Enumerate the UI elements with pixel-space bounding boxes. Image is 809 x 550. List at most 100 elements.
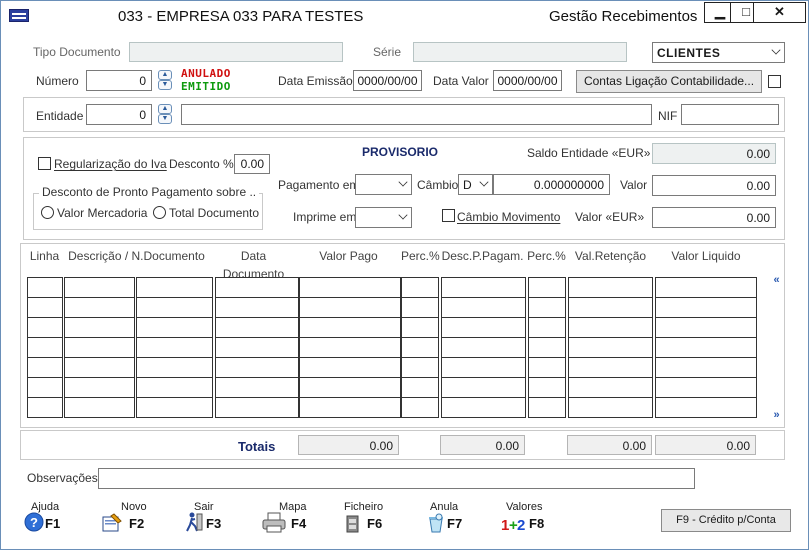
grid-cell[interactable] [441,357,526,378]
chevron-down-icon[interactable]: ▼ [158,80,172,90]
ficheiro-button[interactable]: Ficheiro F6 [344,501,404,545]
grid-cell[interactable] [299,357,401,378]
grid-cell[interactable] [64,377,135,398]
grid-cell[interactable] [215,337,299,358]
grid-cell[interactable] [441,317,526,338]
grid-cell[interactable] [27,357,63,378]
chevron-up-icon[interactable]: ▲ [158,70,172,80]
grid-cell[interactable] [401,277,439,298]
grid-cell[interactable] [215,297,299,318]
col-val-retencao[interactable]: Val.Retenção [567,247,655,265]
valor-field[interactable]: 0.00 [652,175,776,196]
grid-cell[interactable] [27,397,63,418]
grid-cell[interactable] [401,317,439,338]
tipo-documento-field[interactable] [129,42,343,62]
anula-button[interactable]: Anula F7 [426,501,486,545]
scroll-up-button[interactable]: « [769,274,784,289]
grid-cell[interactable] [215,277,299,298]
nif-field[interactable] [681,104,779,125]
grid-cell[interactable] [64,317,135,338]
data-emissao-field[interactable]: 0000/00/00 [353,70,422,91]
contas-ligacao-button[interactable]: Contas Ligação Contabilidade... [576,70,762,93]
entidade-nome-field[interactable] [181,104,652,125]
grid-cell[interactable] [568,297,653,318]
col-desc-p-pagam[interactable]: Desc.P.Pagam. [439,247,527,265]
col-data-documento[interactable]: Data Documento [211,247,297,281]
app-icon[interactable] [9,9,29,22]
observacoes-field[interactable] [98,468,695,489]
grid-cell[interactable] [568,357,653,378]
desconto-field[interactable]: 0.00 [234,154,270,174]
grid-cell[interactable] [136,397,213,418]
grid-cell[interactable] [441,397,526,418]
grid-cell[interactable] [299,317,401,338]
grid-cell[interactable] [441,297,526,318]
grid-cell[interactable] [64,397,135,418]
grid-cell[interactable] [655,277,757,298]
grid-cell[interactable] [441,377,526,398]
col-valor-liquido[interactable]: Valor Liquido [655,247,758,265]
grid-cell[interactable] [528,337,566,358]
grid-cell[interactable] [568,277,653,298]
serie-field[interactable] [413,42,627,62]
col-valor-pago[interactable]: Valor Pago [297,247,401,265]
grid-cell[interactable] [568,397,653,418]
grid-cell[interactable] [299,377,401,398]
grid-cell[interactable] [27,277,63,298]
numero-field[interactable]: 0 [86,70,152,91]
close-button[interactable]: ✕ [753,2,806,23]
col-perc-1[interactable]: Perc.% [401,247,440,265]
grid-cell[interactable] [136,337,213,358]
grid-cell[interactable] [136,297,213,318]
entidade-field[interactable]: 0 [86,104,152,125]
grid-cell[interactable] [27,377,63,398]
grid-cell[interactable] [528,297,566,318]
grid-cell[interactable] [401,357,439,378]
data-valor-field[interactable]: 0000/00/00 [493,70,562,91]
grid-cell[interactable] [401,377,439,398]
pagamento-em-select[interactable] [355,174,412,195]
numero-spinner[interactable]: ▲ ▼ [158,70,172,91]
grid-cell[interactable] [215,377,299,398]
grid-cell[interactable] [27,297,63,318]
grid-cell[interactable] [27,317,63,338]
cambio-movimento-checkbox[interactable] [442,209,455,222]
radio-valor-mercadoria[interactable] [41,206,54,219]
grid-cell[interactable] [136,357,213,378]
grid-cell[interactable] [655,397,757,418]
grid-cell[interactable] [64,337,135,358]
credito-conta-button[interactable]: F9 - Crédito p/Conta [661,509,791,532]
grid-cell[interactable] [441,277,526,298]
grid-cell[interactable] [401,297,439,318]
tipo-entidade-select[interactable]: CLIENTES [652,42,785,63]
grid-cell[interactable] [568,377,653,398]
grid-cell[interactable] [27,337,63,358]
grid-cell[interactable] [528,377,566,398]
grid-cell[interactable] [568,337,653,358]
grid-cell[interactable] [215,397,299,418]
grid-cell[interactable] [655,357,757,378]
grid-cell[interactable] [568,317,653,338]
grid-cell[interactable] [401,397,439,418]
grid-cell[interactable] [64,297,135,318]
col-perc-2[interactable]: Perc.% [527,247,567,265]
grid-cell[interactable] [655,337,757,358]
grid-cell[interactable] [528,357,566,378]
cambio-field[interactable]: 0.000000000 [493,174,610,195]
valor-eur-field[interactable]: 0.00 [652,207,776,228]
grid-cell[interactable] [655,297,757,318]
chevron-down-icon[interactable]: ▼ [158,114,172,124]
chevron-up-icon[interactable]: ▲ [158,104,172,114]
grid-cell[interactable] [136,317,213,338]
grid-cell[interactable] [215,317,299,338]
scroll-down-button[interactable]: » [769,409,784,424]
cambio-code-select[interactable]: D [458,174,493,195]
imprime-em-select[interactable] [355,207,412,228]
grid-cell[interactable] [528,317,566,338]
col-linha[interactable]: Linha [27,247,63,265]
grid-cell[interactable] [64,277,135,298]
grid-cell[interactable] [441,337,526,358]
grid-cell[interactable] [299,277,401,298]
grid-cell[interactable] [299,397,401,418]
radio-total-documento[interactable] [153,206,166,219]
